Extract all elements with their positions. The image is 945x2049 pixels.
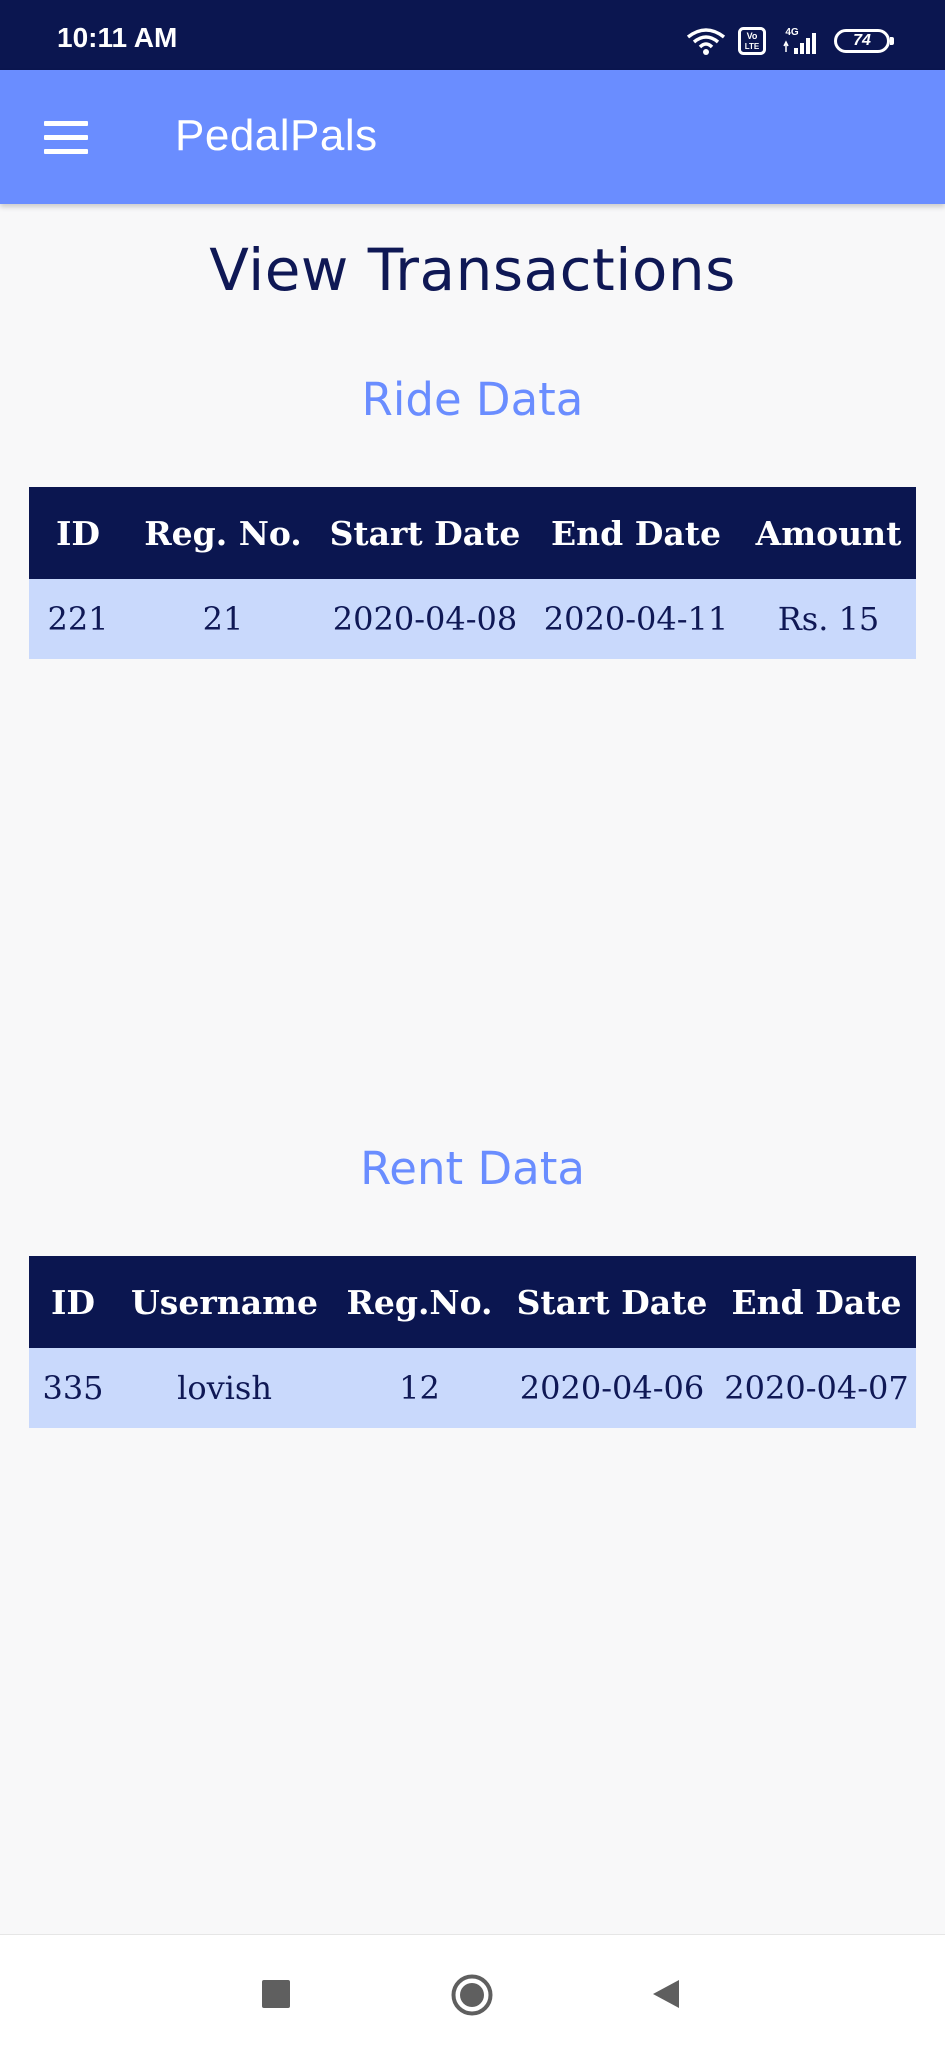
column-header-start-date: Start Date <box>319 487 531 579</box>
wifi-icon <box>686 28 726 55</box>
cell-start-date: 2020-04-06 <box>507 1348 717 1428</box>
column-header-username: Username <box>117 1256 332 1348</box>
table-row: 335 lovish 12 2020-04-06 2020-04-07 <box>29 1348 916 1428</box>
cell-reg-no: 21 <box>127 579 319 659</box>
column-header-reg-no: Reg. No. <box>127 487 319 579</box>
page-title: View Transactions <box>209 236 736 304</box>
svg-text:Vo: Vo <box>747 31 758 41</box>
battery-icon: 74 <box>834 29 894 53</box>
volte-icon: Vo LTE <box>738 27 766 55</box>
svg-text:4G: 4G <box>785 27 799 38</box>
svg-text:LTE: LTE <box>745 42 760 51</box>
column-header-amount: Amount <box>741 487 916 579</box>
signal-4g-icon: 4G <box>783 27 816 54</box>
rent-data-heading: Rent Data <box>360 1142 585 1195</box>
cell-end-date: 2020-04-11 <box>531 579 741 659</box>
cell-reg-no: 12 <box>332 1348 507 1428</box>
triangle-back-icon[interactable] <box>651 1978 681 2010</box>
status-icons: Vo LTE 4G 74 <box>686 26 894 56</box>
hamburger-menu-icon <box>44 120 88 126</box>
system-nav-bar <box>0 1934 945 2049</box>
column-header-id: ID <box>29 487 127 579</box>
column-header-end-date: End Date <box>531 487 741 579</box>
cell-start-date: 2020-04-08 <box>319 579 531 659</box>
app-title: PedalPals <box>175 111 378 160</box>
battery-level: 74 <box>853 32 871 49</box>
ride-data-heading: Ride Data <box>361 373 584 426</box>
ride-data-table: ID Reg. No. Start Date End Date Amount 2… <box>29 487 916 659</box>
cell-id: 221 <box>29 579 127 659</box>
column-header-end-date: End Date <box>717 1256 916 1348</box>
app-bar: PedalPals <box>0 70 945 204</box>
cell-username: lovish <box>117 1348 332 1428</box>
column-header-reg-no: Reg.No. <box>332 1256 507 1348</box>
column-header-id: ID <box>29 1256 117 1348</box>
status-time: 10:11 AM <box>57 22 178 53</box>
menu-button[interactable] <box>36 112 100 162</box>
square-recents-icon[interactable] <box>262 1980 290 2008</box>
status-bar: 10:11 AM Vo LTE 4G 74 <box>0 0 945 70</box>
rent-data-table: ID Username Reg.No. Start Date End Date … <box>29 1256 916 1428</box>
table-header-row: ID Username Reg.No. Start Date End Date <box>29 1256 916 1348</box>
table-header-row: ID Reg. No. Start Date End Date Amount <box>29 487 916 579</box>
cell-end-date: 2020-04-07 <box>717 1348 916 1428</box>
cell-id: 335 <box>29 1348 117 1428</box>
circle-home-icon[interactable] <box>451 1974 493 2016</box>
column-header-start-date: Start Date <box>507 1256 717 1348</box>
cell-amount: Rs. 15 <box>741 579 916 659</box>
table-row: 221 21 2020-04-08 2020-04-11 Rs. 15 <box>29 579 916 659</box>
